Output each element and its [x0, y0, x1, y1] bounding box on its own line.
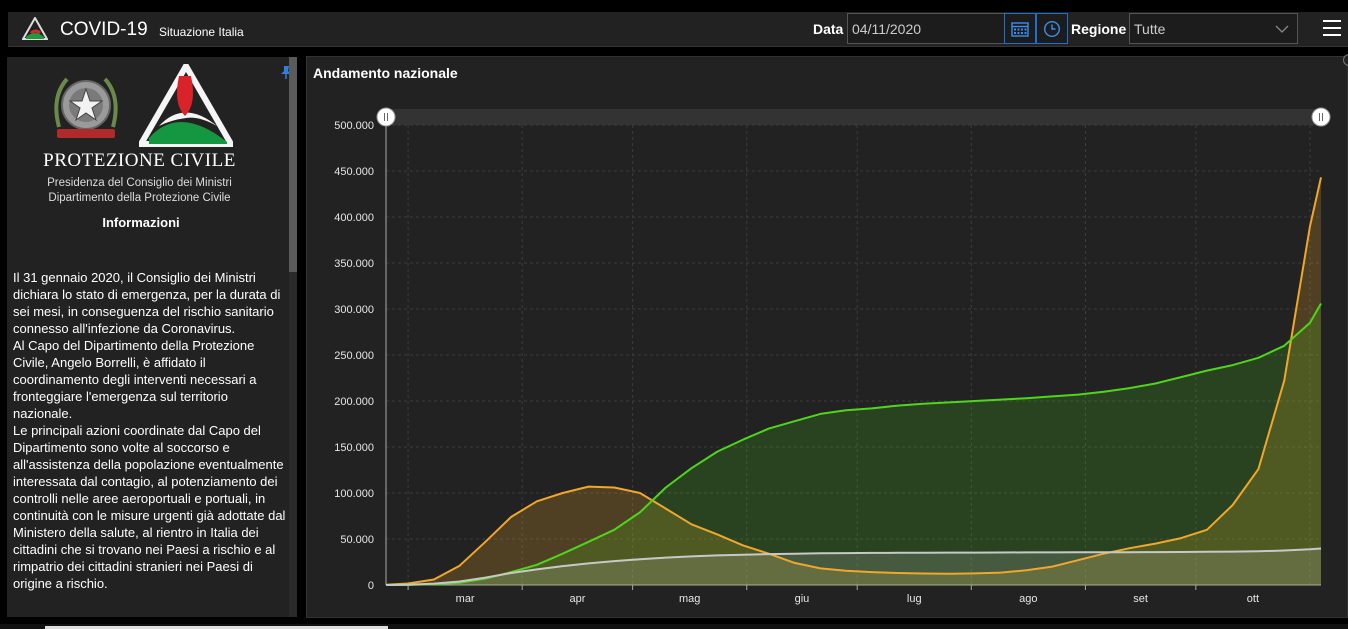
y-tick-label: 0 — [368, 580, 374, 592]
x-tick-label: mar — [456, 593, 475, 605]
time-button[interactable] — [1036, 13, 1068, 44]
hamburger-menu-icon[interactable] — [1322, 18, 1342, 38]
top-bar: COVID-19 Situazione Italia Data Regione … — [8, 12, 1348, 47]
protezione-civile-logo-icon — [22, 17, 48, 40]
italian-republic-emblem-icon — [54, 77, 118, 138]
date-label: Data — [813, 21, 844, 37]
range-slider-track — [386, 109, 1321, 125]
y-tick-label: 300.000 — [334, 304, 374, 316]
x-tick-label: set — [1133, 593, 1148, 605]
app-title: COVID-19 — [60, 19, 148, 40]
range-slider-handle-start[interactable] — [376, 107, 396, 127]
trend-chart: 0 50.000 100.000 150.000 200.000 250.000 300.0… — [334, 107, 1331, 605]
calendar-button[interactable] — [1004, 13, 1036, 44]
info-text: Il 31 gennaio 2020, il Consiglio dei Min… — [13, 269, 289, 592]
y-tick-label: 500.000 — [334, 120, 374, 132]
x-tick-label: giu — [795, 593, 810, 605]
calendar-icon — [1011, 21, 1029, 37]
x-tick-label: mag — [679, 593, 700, 605]
app-subtitle: Situazione Italia — [159, 25, 244, 39]
x-tick-label: ott — [1247, 593, 1259, 605]
info-paragraph: Il 31 gennaio 2020, il Consiglio dei Min… — [13, 270, 281, 336]
chevron-down-icon — [1275, 25, 1289, 33]
y-tick-label: 150.000 — [334, 442, 374, 454]
sidebar-scroll-thumb[interactable] — [289, 57, 297, 272]
range-slider-handle-end[interactable] — [1311, 107, 1331, 127]
x-tick-label: apr — [569, 593, 585, 605]
x-tick-label: lug — [907, 593, 922, 605]
organization-line-1: Presidenza del Consiglio dei Ministri — [47, 177, 232, 189]
y-tick-label: 350.000 — [334, 258, 374, 270]
info-paragraph: Al Capo del Dipartimento della Protezion… — [13, 338, 257, 421]
sidebar-scrollbar[interactable] — [289, 57, 297, 617]
date-input[interactable] — [847, 13, 1005, 44]
y-tick-label: 200.000 — [334, 396, 374, 408]
organization-line-2: Dipartimento della Protezione Civile — [48, 192, 231, 204]
clock-icon — [1043, 20, 1061, 37]
regione-select[interactable]: Tutte — [1129, 13, 1298, 44]
y-tick-label: 100.000 — [334, 488, 374, 500]
organization-name: PROTEZIONE CIVILE — [43, 150, 236, 171]
y-tick-label: 400.000 — [334, 212, 374, 224]
regione-label: Regione — [1071, 21, 1127, 37]
regione-selected-value: Tutte — [1134, 21, 1166, 37]
x-tick-label: ago — [1019, 593, 1037, 605]
chart-panel: Andamento nazionale 0 50.000 100.000 150.00… — [306, 54, 1348, 618]
info-heading: Informazioni — [102, 215, 180, 230]
info-sidebar: PROTEZIONE CIVILE Presidenza del Consigl… — [7, 57, 297, 617]
protezione-civile-emblem-icon — [139, 64, 233, 147]
info-paragraph: Le principali azioni coordinate dal Capo… — [13, 423, 286, 591]
y-tick-label: 450.000 — [334, 166, 374, 178]
y-tick-label: 250.000 — [334, 350, 374, 362]
y-tick-label: 50.000 — [340, 534, 374, 546]
